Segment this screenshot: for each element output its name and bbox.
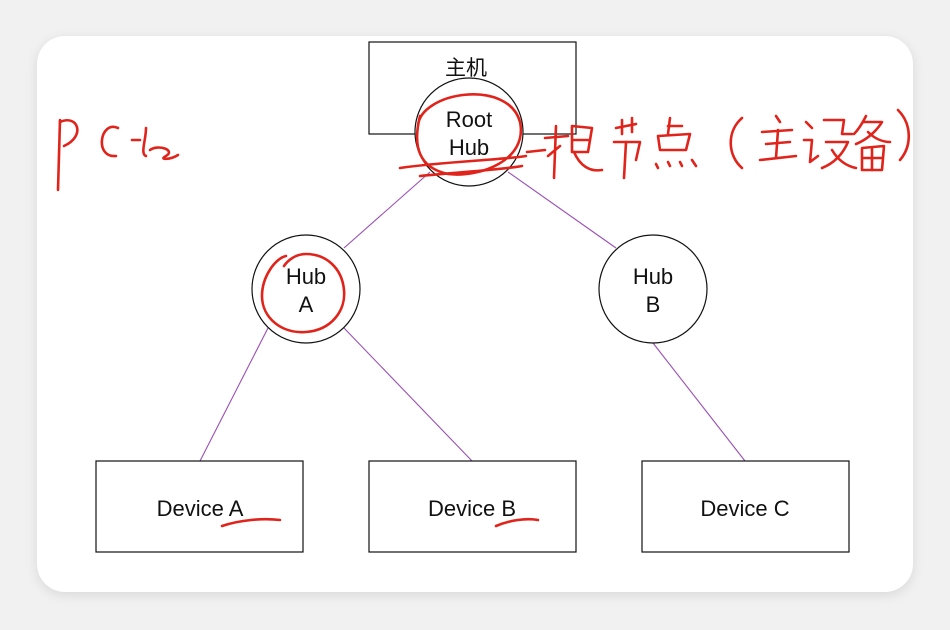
root-hub-label-line2: Hub (449, 135, 489, 160)
device-c-label: Device C (700, 496, 789, 521)
hub-b-node (598, 234, 708, 344)
device-a-label: Device A (157, 496, 244, 521)
edge-root-to-hub-a (343, 171, 431, 249)
hub-a-label-line2: A (299, 292, 314, 317)
hub-a-label-line1: Hub (286, 264, 326, 289)
edge-hub-a-to-device-a (199, 327, 269, 462)
root-hub-label-line1: Root (446, 107, 492, 132)
host-label: 主机 (445, 56, 487, 80)
edge-root-to-hub-b (507, 171, 617, 249)
edge-hub-a-to-device-b (343, 327, 473, 462)
edge-hub-b-to-device-c (652, 342, 746, 462)
device-b-label: Device B (428, 496, 516, 521)
usb-topology-diagram: 主机 Root Hub Hub A Hub B Device A Device … (56, 41, 911, 553)
hub-b-label-line2: B (646, 292, 661, 317)
handwritten-pcie-annotation (56, 118, 180, 192)
hub-b-label-line1: Hub (633, 264, 673, 289)
